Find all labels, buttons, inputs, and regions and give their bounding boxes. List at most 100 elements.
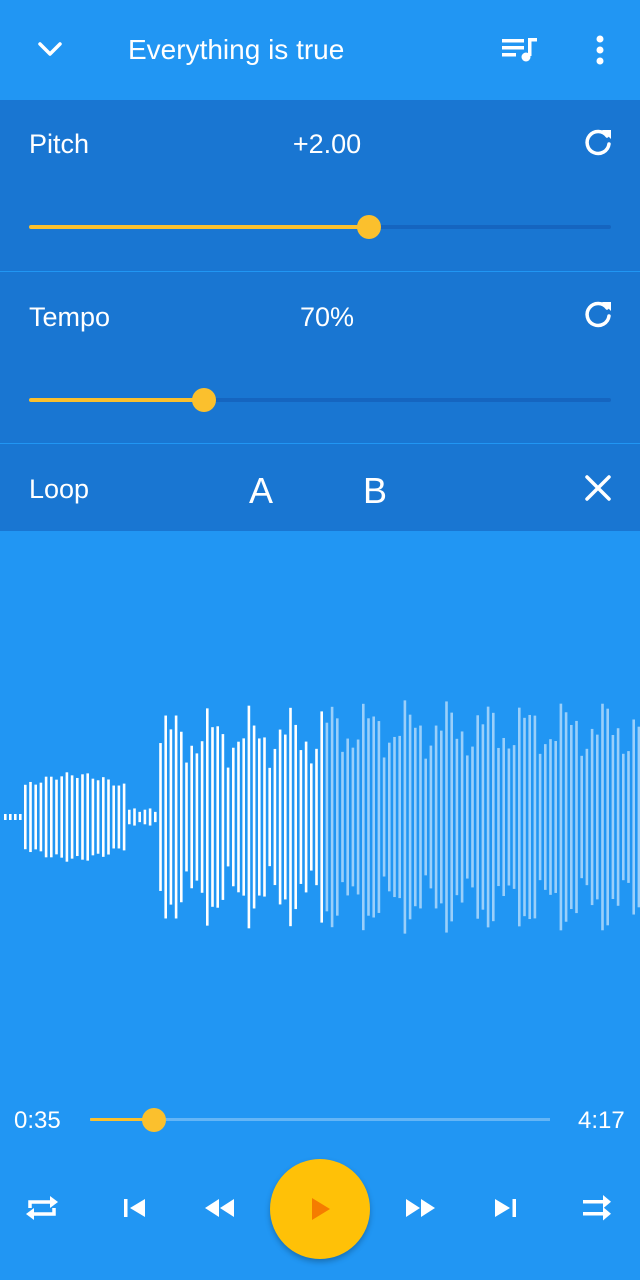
waveform-bar	[570, 724, 573, 910]
play-button[interactable]	[270, 1159, 370, 1259]
waveform-bar	[481, 724, 485, 910]
waveform-bar	[528, 714, 531, 920]
waveform-bar	[450, 712, 453, 922]
waveform-bar	[237, 741, 240, 893]
waveform-bar	[476, 715, 479, 919]
waveform-bar	[39, 782, 43, 852]
pitch-slider-thumb[interactable]	[357, 215, 382, 239]
duration-time: 4:17	[578, 1107, 625, 1134]
waveform-bar	[471, 746, 474, 888]
waveform-bar	[424, 758, 427, 876]
pitch-slider[interactable]	[29, 215, 611, 239]
chevron-down-icon	[38, 42, 62, 56]
waveform-bar	[29, 781, 32, 853]
tempo-slider[interactable]	[29, 388, 611, 412]
waveform-bar	[34, 784, 37, 850]
waveform-bar	[538, 753, 542, 881]
waveform-bar	[278, 729, 282, 905]
close-icon	[585, 475, 611, 501]
waveform-bar	[304, 741, 308, 893]
waveform-bar	[445, 701, 448, 933]
waveform-bar	[4, 814, 7, 820]
waveform-bar	[596, 734, 599, 900]
waveform-bar	[310, 763, 313, 871]
previous-track-button[interactable]	[107, 1180, 163, 1236]
more-options-button[interactable]	[580, 28, 620, 72]
pitch-reset-button[interactable]	[578, 124, 618, 164]
waveform-bar	[627, 751, 630, 883]
queue-button[interactable]	[496, 28, 544, 72]
waveform-bar	[351, 747, 355, 887]
waveform-bar	[507, 748, 511, 886]
waveform-bar	[466, 755, 469, 879]
waveform-bar	[252, 725, 256, 909]
waveform-bar	[632, 719, 635, 915]
app-bar: Everything is true	[0, 0, 640, 100]
waveform-bar	[575, 720, 578, 914]
waveform[interactable]	[0, 660, 640, 960]
waveform-bar	[169, 729, 173, 905]
collapse-button[interactable]	[24, 26, 76, 74]
next-track-button[interactable]	[477, 1180, 533, 1236]
waveform-bar	[377, 721, 381, 913]
tempo-slider-thumb[interactable]	[191, 388, 216, 412]
waveform-bar	[408, 714, 412, 920]
shuffle-button[interactable]	[569, 1180, 625, 1236]
waveform-bar	[180, 731, 183, 903]
waveform-bar	[122, 783, 126, 851]
loop-b-button[interactable]: B	[363, 470, 387, 512]
waveform-bar	[159, 743, 162, 891]
fast-forward-button[interactable]	[392, 1180, 448, 1236]
waveform-bar	[164, 715, 167, 919]
waveform-bar	[133, 808, 136, 826]
loop-panel: Loop A B	[0, 444, 640, 531]
waveform-bar	[117, 785, 121, 849]
waveform-bar	[76, 777, 79, 857]
waveform-bar	[544, 744, 547, 890]
waveform-bar	[336, 718, 339, 916]
waveform-bar	[247, 705, 251, 929]
repeat-button[interactable]	[14, 1180, 70, 1236]
rewind-button[interactable]	[192, 1180, 248, 1236]
waveform-bar	[221, 734, 225, 900]
loop-clear-button[interactable]	[578, 468, 618, 508]
waveform-bar	[70, 775, 74, 859]
shuffle-icon	[583, 1195, 611, 1221]
waveform-bar	[148, 808, 152, 826]
waveform-bar	[200, 741, 204, 893]
waveform-bar	[559, 703, 563, 931]
waveform-bar	[512, 745, 516, 889]
waveform-bar	[356, 739, 360, 895]
waveform-bar	[154, 811, 157, 823]
waveform-bar	[346, 738, 349, 896]
waveform-bar	[492, 712, 495, 922]
waveform-bar	[216, 726, 219, 908]
seek-bar-thumb[interactable]	[142, 1108, 167, 1132]
waveform-bar	[258, 738, 261, 896]
fast-forward-icon	[406, 1199, 435, 1217]
waveform-bar	[81, 774, 84, 860]
waveform-bar	[211, 727, 214, 907]
pitch-panel: Pitch +2.00	[0, 100, 640, 271]
waveform-bar	[434, 725, 438, 909]
tempo-reset-button[interactable]	[578, 296, 618, 336]
waveform-bar	[564, 712, 568, 922]
seek-bar[interactable]	[90, 1108, 550, 1132]
waveform-bar	[580, 755, 583, 879]
waveform-bar	[315, 748, 318, 886]
waveform-bar	[330, 706, 334, 928]
loop-a-button[interactable]: A	[249, 470, 273, 512]
repeat-icon	[26, 1196, 58, 1220]
waveform-bar	[601, 703, 604, 931]
waveform-bar	[138, 811, 141, 823]
waveform-bar	[112, 785, 115, 849]
waveform-bar	[86, 773, 89, 861]
waveform-bar	[398, 735, 401, 899]
waveform-bar	[419, 725, 422, 909]
waveform-bar	[242, 738, 245, 896]
waveform-bar	[96, 780, 100, 854]
waveform-bar	[263, 737, 266, 897]
waveform-bar	[65, 772, 69, 862]
waveform-bar	[585, 748, 589, 886]
pitch-slider-fill	[29, 225, 370, 229]
